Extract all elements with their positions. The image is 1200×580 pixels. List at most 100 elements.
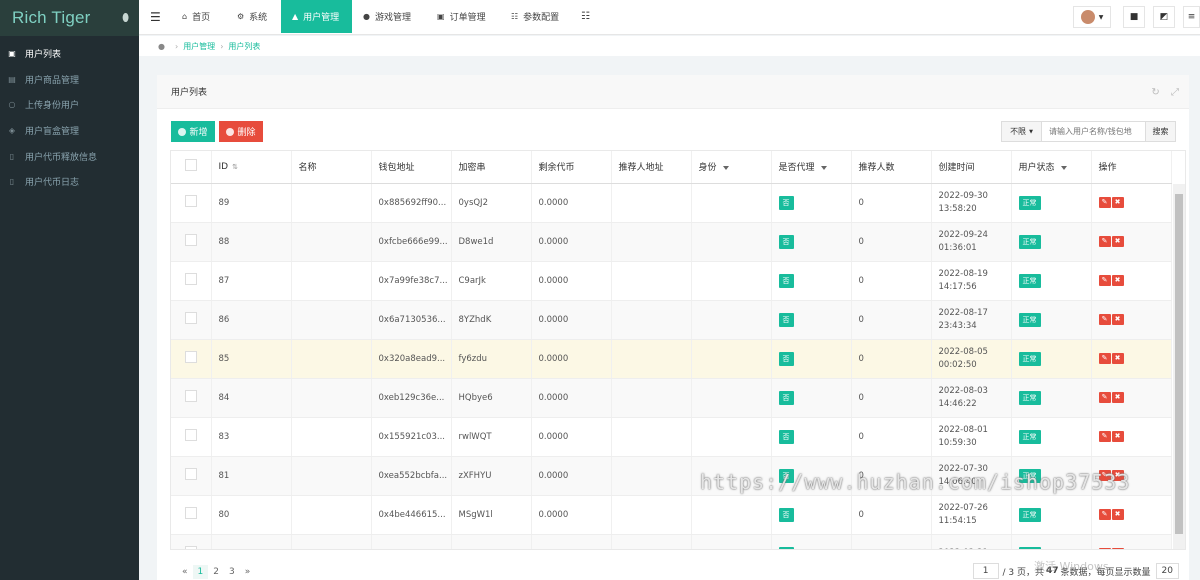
row-checkbox[interactable] xyxy=(185,312,197,324)
tab-home[interactable]: ⌂ 首页 xyxy=(173,0,226,33)
cell-created: 2022-08-17 23:43:34 xyxy=(931,300,1012,340)
sidebar-item-token-log[interactable]: ▯ 用户代币日志 xyxy=(0,169,139,195)
delete-icon[interactable]: ✖ xyxy=(1111,470,1124,481)
cell-status: 正常 xyxy=(1011,183,1092,223)
row-checkbox[interactable] xyxy=(185,351,197,363)
page-jump-input[interactable]: 1 xyxy=(972,563,999,579)
edit-icon[interactable]: ✎ xyxy=(1098,548,1111,549)
scroll-thumb[interactable] xyxy=(1175,194,1183,534)
sidebar-item-upload-identity[interactable]: ○ 上传身份用户 xyxy=(0,92,139,118)
row-checkbox[interactable] xyxy=(185,273,197,285)
breadcrumb-item[interactable]: 用户管理 xyxy=(183,41,215,52)
table-row[interactable]: 89 0x885692ff90... 0ysQJ2 0.0000 否 0 2022-09-3… xyxy=(171,183,1172,223)
table-row[interactable]: 86 0x6a7130536... 8YZhdK 0.0000 否 0 2022-08-17… xyxy=(171,300,1172,340)
table-row[interactable]: 81 0xea552bcbfa... zXFHYU 0.0000 否 0 2022-07-3… xyxy=(171,456,1172,496)
table-row[interactable]: 87 0x7a99fe38c7... C9arJk 0.0000 否 0 2022-08-1… xyxy=(171,261,1172,301)
search-input[interactable] xyxy=(1042,122,1145,141)
tab-system[interactable]: ⚙ 系统 xyxy=(227,0,280,33)
delete-icon[interactable]: ✖ xyxy=(1111,353,1124,364)
table-row[interactable]: 85 0x320a8ead9... fy6zdu 0.0000 否 0 2022-08-05… xyxy=(171,339,1172,379)
expand-icon[interactable]: ⤢ xyxy=(1171,87,1179,98)
page-link-2[interactable]: 2 xyxy=(208,565,224,579)
edit-icon[interactable]: ✎ xyxy=(1098,197,1111,208)
tab-user-management[interactable]: ▲ 用户管理 xyxy=(281,0,352,33)
table-row[interactable]: 88 0xfcbe666e99... D8we1d 0.0000 否 0 2022-09-2… xyxy=(171,222,1172,262)
breadcrumb-item[interactable]: 用户列表 xyxy=(228,41,260,52)
created-time: 14:17:56 xyxy=(938,281,977,292)
home-icon: ⌂ xyxy=(182,12,188,21)
edit-icon[interactable]: ✎ xyxy=(1098,236,1111,247)
page-link-3[interactable]: 3 xyxy=(224,565,240,579)
delete-icon[interactable]: ✖ xyxy=(1111,431,1124,442)
row-checkbox[interactable] xyxy=(185,546,197,549)
row-checkbox[interactable] xyxy=(185,507,197,519)
delete-icon[interactable]: ✖ xyxy=(1111,275,1124,286)
filter-select[interactable]: 不限 ▼ xyxy=(1002,122,1042,141)
brand-logo[interactable]: Rich Tiger xyxy=(12,8,91,28)
delete-icon[interactable]: ✖ xyxy=(1111,197,1124,208)
delete-button[interactable]: 删除 xyxy=(219,121,263,142)
created-date: 2022-08-17 xyxy=(938,307,988,318)
edit-icon[interactable]: ✎ xyxy=(1098,431,1111,442)
status-badge: 正常 xyxy=(1018,273,1041,288)
edit-icon[interactable]: ✎ xyxy=(1098,314,1111,325)
table-row[interactable]: 83 0x155921c03... rwlWQT 0.0000 否 0 2022-08-01… xyxy=(171,417,1172,457)
edit-icon[interactable]: ✎ xyxy=(1098,392,1111,403)
drop-icon[interactable]: ⬮ xyxy=(122,11,129,25)
sidebar-item-user-list[interactable]: ▣ 用户列表 xyxy=(0,41,139,67)
select-all-checkbox[interactable] xyxy=(185,159,197,172)
expand-icon: ◩ xyxy=(1159,12,1169,22)
panel-title: 用户列表 xyxy=(171,88,208,98)
filter-icon[interactable] xyxy=(1060,165,1067,170)
sidebar-item-user-goods[interactable]: ▤ 用户商品管理 xyxy=(0,67,139,93)
table-row[interactable]: 80 0x4be446615... MSgW1l 0.0000 否 0 2022-07-26… xyxy=(171,495,1172,535)
search-button[interactable]: 搜索 xyxy=(1145,122,1175,141)
row-checkbox[interactable] xyxy=(185,195,197,207)
status-badge: 正常 xyxy=(1018,390,1041,405)
sort-icon[interactable]: ⇅ xyxy=(232,163,238,171)
row-checkbox[interactable] xyxy=(185,234,197,246)
sidebar-item-blindbox[interactable]: ◈ 用户盲盒管理 xyxy=(0,118,139,144)
per-page-select[interactable]: 20 xyxy=(1155,563,1179,579)
delete-icon[interactable]: ✖ xyxy=(1111,314,1124,325)
delete-icon[interactable]: ✖ xyxy=(1111,392,1124,403)
table-row[interactable]: 79 0xa743216db...5fAYrk0.0000 否 0 2022-03-21… xyxy=(171,534,1172,549)
settings-button[interactable]: ≡ xyxy=(1183,6,1200,28)
agent-badge: 否 xyxy=(778,468,794,483)
status-badge: 正常 xyxy=(1018,507,1041,522)
filter-icon[interactable] xyxy=(722,165,729,170)
tab-params[interactable]: ☷ 参数配置 xyxy=(501,0,575,33)
cell-identity xyxy=(691,222,772,262)
user-avatar-menu[interactable]: ▼ xyxy=(1073,6,1111,28)
col-id[interactable]: ID ⇅ xyxy=(211,151,292,184)
fullscreen-button[interactable]: ◩ xyxy=(1153,6,1175,28)
edit-icon[interactable]: ✎ xyxy=(1098,509,1111,520)
tab-order-management[interactable]: ▣ 订单管理 xyxy=(427,0,500,33)
filter-icon[interactable] xyxy=(820,165,827,170)
edit-icon[interactable]: ✎ xyxy=(1098,470,1111,481)
table-row[interactable]: 84 0xeb129c36e... HQbye6 0.0000 否 0 2022-08-03… xyxy=(171,378,1172,418)
delete-icon[interactable]: ✖ xyxy=(1111,548,1124,549)
add-button[interactable]: 新增 xyxy=(171,121,215,142)
cell-name xyxy=(291,495,372,535)
delete-icon[interactable]: ✖ xyxy=(1111,236,1124,247)
delete-icon[interactable]: ✖ xyxy=(1111,509,1124,520)
clear-cache-button[interactable]: ■ xyxy=(1123,6,1145,28)
prev-page-link[interactable]: « xyxy=(177,565,193,579)
vertical-scrollbar[interactable] xyxy=(1173,184,1185,549)
row-checkbox[interactable] xyxy=(185,390,197,402)
page-link-1[interactable]: 1 xyxy=(192,565,209,579)
cell-status: 正常 xyxy=(1011,261,1092,301)
tab-game-management[interactable]: ● 游戏管理 xyxy=(353,0,426,33)
sidebar-item-token-release[interactable]: ▯ 用户代币释放信息 xyxy=(0,143,139,169)
refresh-icon[interactable]: ↻ xyxy=(1151,87,1159,98)
tab-more[interactable]: ☷ xyxy=(577,0,599,33)
row-checkbox[interactable] xyxy=(185,429,197,441)
menu-toggle-icon[interactable]: ☰ xyxy=(150,10,161,24)
created-time: 14:46:22 xyxy=(938,398,977,409)
breadcrumb: ● › 用户管理 › 用户列表 xyxy=(139,36,1200,56)
edit-icon[interactable]: ✎ xyxy=(1098,275,1111,286)
next-page-link[interactable]: » xyxy=(240,565,256,579)
edit-icon[interactable]: ✎ xyxy=(1098,353,1111,364)
row-checkbox[interactable] xyxy=(185,468,197,480)
